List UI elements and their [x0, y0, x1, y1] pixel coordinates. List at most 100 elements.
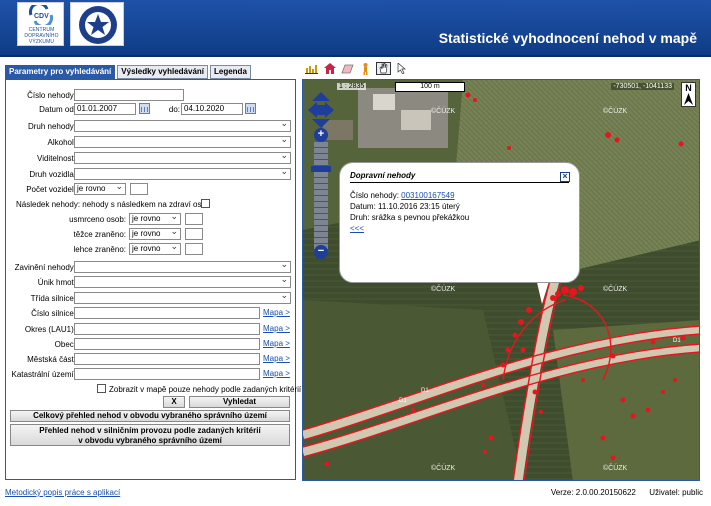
- visibility-label: Viditelnost:: [37, 154, 76, 163]
- road-number-map-link[interactable]: Mapa >: [263, 308, 290, 317]
- popup-date-label: Datum:: [350, 202, 376, 211]
- alcohol-select[interactable]: [74, 136, 291, 148]
- zoom-slider-handle[interactable]: [311, 166, 331, 172]
- spill-label: Únik hmot:: [37, 278, 76, 287]
- seriously-injured-operator[interactable]: je rovno: [129, 228, 181, 240]
- date-to-input[interactable]: 04.10.2020: [181, 103, 243, 115]
- watermark-1: ©ČÚZK: [431, 108, 456, 115]
- search-tabs: Parametry pro vyhledávání Výsledky vyhle…: [5, 65, 251, 79]
- map-view[interactable]: D1 D1 D1 1 : 2835 100 m -730501, -104113…: [302, 79, 700, 481]
- zoom-slider[interactable]: [314, 142, 328, 252]
- popup-title: Dopravní nehody: [350, 171, 569, 183]
- date-from-calendar-icon[interactable]: [139, 103, 150, 114]
- pointer-icon[interactable]: [394, 62, 409, 75]
- watermark-6: ©ČÚZK: [603, 465, 628, 472]
- cadastral-map-link[interactable]: Mapa >: [263, 369, 290, 378]
- consequence-row: Následek nehody: nehody s následkem na z…: [10, 200, 210, 209]
- person-icon[interactable]: [358, 62, 373, 75]
- district-label: Okres (LAU1):: [24, 325, 76, 334]
- home-icon[interactable]: [322, 62, 337, 75]
- watermark-4: ©ČÚZK: [603, 286, 628, 293]
- accident-number-input[interactable]: [74, 89, 184, 101]
- vehicle-type-label: Druh vozidla:: [29, 170, 76, 179]
- clear-button[interactable]: X: [163, 396, 185, 408]
- tab-legend[interactable]: Legenda: [210, 65, 251, 79]
- cdv-logo[interactable]: CDV CENTRUM DOPRAVNÍHO VÝZKUMU: [17, 2, 64, 46]
- killed-input[interactable]: [185, 213, 203, 225]
- watermark-2: ©ČÚZK: [603, 108, 628, 115]
- eraser-icon[interactable]: [340, 62, 355, 75]
- fault-select[interactable]: [74, 261, 291, 273]
- police-logo[interactable]: [70, 2, 124, 46]
- criteria-overview-button[interactable]: Přehled nehod v silničním provozu podle …: [10, 424, 290, 446]
- app-header: CDV CENTRUM DOPRAVNÍHO VÝZKUMU Statistic…: [0, 0, 711, 57]
- road-class-label: Třída silnice:: [30, 294, 76, 303]
- date-to-calendar-icon[interactable]: [245, 103, 256, 114]
- methodology-link[interactable]: Metodický popis práce s aplikací: [5, 488, 120, 497]
- north-arrow-icon: N: [681, 82, 696, 107]
- police-star-icon: [79, 6, 117, 44]
- cdv-logo-icon: CDV: [29, 5, 53, 25]
- popup-back-link[interactable]: <<<: [350, 224, 569, 233]
- road-class-select[interactable]: [74, 292, 291, 304]
- city-district-label: Městská část:: [27, 355, 76, 364]
- fault-label: Zavinění nehody:: [14, 263, 76, 272]
- overall-overview-button[interactable]: Celkový přehled nehod v obvodu vybraného…: [10, 410, 290, 422]
- tab-results[interactable]: Výsledky vyhledávání: [117, 65, 208, 79]
- lightly-injured-operator[interactable]: je rovno: [129, 243, 181, 255]
- popup-accident-number-label: Číslo nehody:: [350, 191, 399, 200]
- popup-back-link-text[interactable]: <<<: [350, 224, 364, 233]
- municipality-input[interactable]: [74, 338, 260, 350]
- date-from-input[interactable]: 01.01.2007: [74, 103, 136, 115]
- vehicle-type-select[interactable]: [74, 168, 291, 180]
- criteria-overview-line-1: Přehled nehod v silničním provozu podle …: [39, 426, 261, 435]
- close-icon[interactable]: ×: [560, 172, 570, 182]
- cadastral-input[interactable]: [74, 368, 260, 380]
- watermark-5: ©ČÚZK: [431, 465, 456, 472]
- popup-type-row: Druh: srážka s pevnou překážkou: [350, 213, 569, 222]
- popup-type-value: srážka s pevnou překážkou: [371, 213, 470, 222]
- vehicle-count-operator[interactable]: je rovno: [74, 183, 126, 195]
- map-toolbar: [304, 62, 409, 75]
- accident-type-select[interactable]: [74, 120, 291, 132]
- cdv-logo-line-3: VÝZKUMU: [28, 39, 55, 45]
- seriously-injured-label: těžce zraněno:: [73, 230, 126, 239]
- killed-operator[interactable]: je rovno: [129, 213, 181, 225]
- lightly-injured-input[interactable]: [185, 243, 203, 255]
- filter-only-checkbox[interactable]: [97, 384, 106, 393]
- popup-accident-number-row: Číslo nehody: 003100167549: [350, 191, 569, 200]
- popup-accident-number-link[interactable]: 003100167549: [401, 191, 454, 200]
- spill-select[interactable]: [74, 276, 291, 288]
- accident-popup: Dopravní nehody × Číslo nehody: 00310016…: [339, 162, 580, 283]
- road-label-3: D1: [673, 338, 681, 344]
- alcohol-label: Alkohol:: [47, 138, 76, 147]
- city-district-map-link[interactable]: Mapa >: [263, 354, 290, 363]
- pan-control-icon[interactable]: [308, 92, 334, 128]
- search-panel: Číslo nehody: Datum od: 01.01.2007 do: 0…: [5, 79, 301, 480]
- popup-type-label: Druh:: [350, 213, 370, 222]
- chart-icon[interactable]: [304, 62, 319, 75]
- popup-date-value: 11.10.2016 23:15 úterý: [378, 202, 460, 211]
- municipality-label: Obec:: [54, 340, 76, 349]
- zoom-out-button[interactable]: −: [314, 245, 328, 259]
- road-label-2: D1: [421, 388, 429, 394]
- visibility-select[interactable]: [74, 152, 291, 164]
- consequence-checkbox[interactable]: [201, 199, 210, 208]
- municipality-map-link[interactable]: Mapa >: [263, 339, 290, 348]
- district-map-link[interactable]: Mapa >: [263, 324, 290, 333]
- road-number-input[interactable]: [74, 307, 260, 319]
- lightly-injured-label: lehce zraněno:: [73, 245, 126, 254]
- zoom-in-button[interactable]: +: [314, 128, 328, 142]
- district-input[interactable]: [74, 323, 260, 335]
- north-label: N: [685, 83, 692, 93]
- pan-hand-icon[interactable]: [376, 62, 391, 75]
- city-district-input[interactable]: [74, 353, 260, 365]
- map-scale-ratio: 1 : 2835: [337, 83, 367, 90]
- seriously-injured-input[interactable]: [185, 228, 203, 240]
- popup-date-row: Datum: 11.10.2016 23:15 úterý: [350, 202, 569, 211]
- consequence-text: nehody s následkem na zdraví osob: [82, 200, 211, 209]
- tab-parameters[interactable]: Parametry pro vyhledávání: [5, 65, 116, 79]
- killed-label: usmrceno osob:: [69, 215, 126, 224]
- vehicle-count-input[interactable]: [130, 183, 148, 195]
- search-button[interactable]: Vyhledat: [189, 396, 290, 408]
